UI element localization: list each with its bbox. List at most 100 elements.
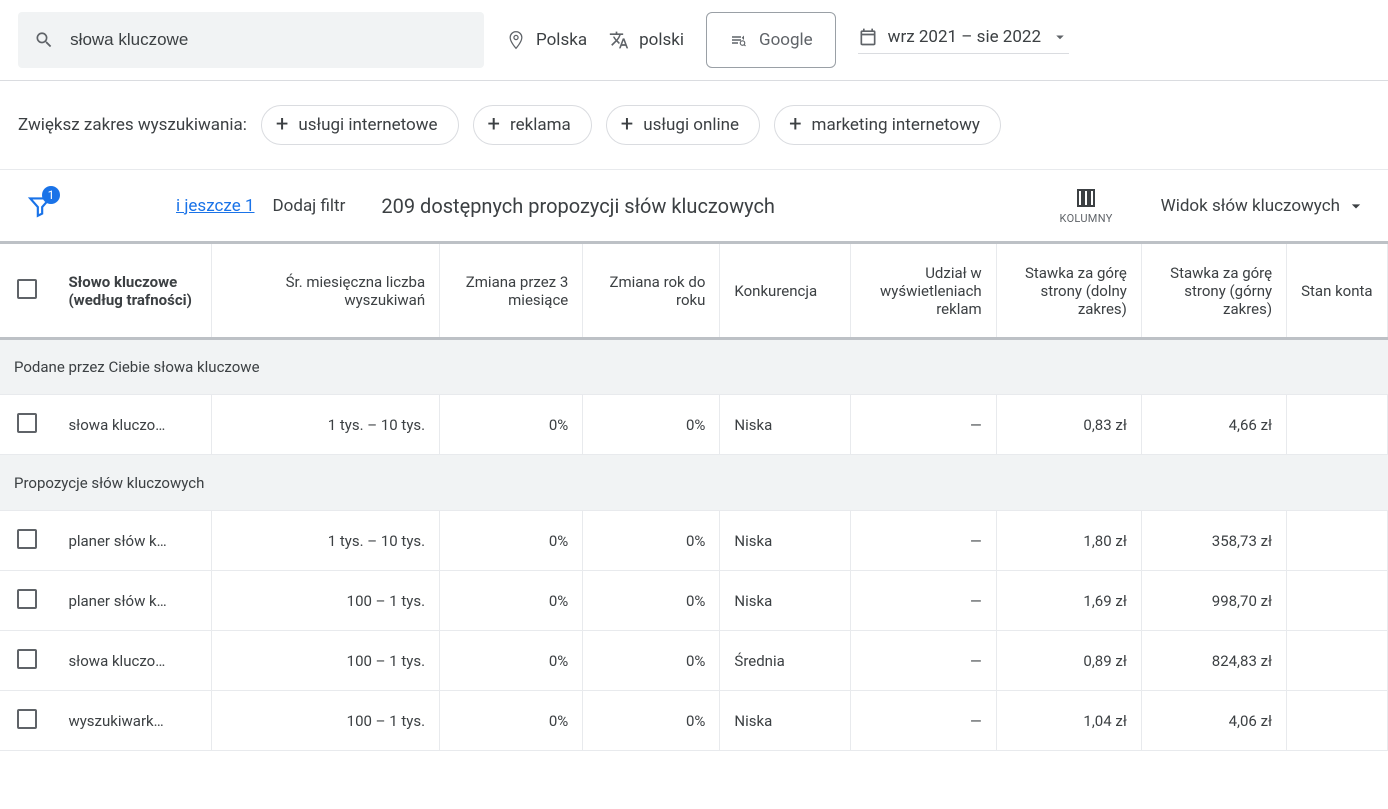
network-icon — [729, 31, 747, 49]
broaden-chip[interactable]: + usługi online — [606, 105, 760, 145]
cell-change-yoy: 0% — [583, 631, 720, 691]
checkbox-icon — [17, 709, 37, 729]
select-all-cell[interactable] — [0, 243, 54, 339]
dropdown-icon — [1051, 28, 1069, 46]
col-bid-high[interactable]: Stawka za górę strony (górny zakres) — [1141, 243, 1286, 339]
cell-avg-search: 100 – 1 tys. — [212, 631, 440, 691]
available-keywords-label: 209 dostępnych propozycji słów kluczowyc… — [381, 194, 775, 218]
checkbox-icon — [17, 279, 37, 299]
location-icon — [506, 30, 526, 50]
col-bid-low[interactable]: Stawka za górę strony (dolny zakres) — [996, 243, 1141, 339]
col-avg-search[interactable]: Śr. miesięczna liczba wyszukiwań — [212, 243, 440, 339]
more-filters-link[interactable]: i jeszcze 1 — [176, 196, 255, 216]
cell-bid-low: 0,89 zł — [996, 631, 1141, 691]
cell-impression-share: — — [851, 691, 996, 751]
col-keyword[interactable]: Słowo kluczowe (według trafności) — [54, 243, 211, 339]
cell-avg-search: 1 tys. – 10 tys. — [212, 395, 440, 455]
chip-label: usługi online — [643, 115, 739, 135]
table-row[interactable]: wyszukiwark…100 – 1 tys.0%0%Niska—1,04 z… — [0, 691, 1388, 751]
location-label: Polska — [536, 30, 587, 50]
row-checkbox-cell[interactable] — [0, 395, 54, 455]
checkbox-icon — [17, 413, 37, 433]
table-row[interactable]: planer słów k…1 tys. – 10 tys.0%0%Niska—… — [0, 511, 1388, 571]
table-row[interactable]: słowa kluczo…1 tys. – 10 tys.0%0%Niska—0… — [0, 395, 1388, 455]
filter-count-badge: 1 — [42, 186, 60, 204]
cell-account-status — [1287, 395, 1388, 455]
cell-impression-share: — — [851, 631, 996, 691]
cell-bid-high: 998,70 zł — [1141, 571, 1286, 631]
cell-avg-search: 100 – 1 tys. — [212, 691, 440, 751]
plus-icon: + — [789, 114, 801, 136]
col-account-status[interactable]: Stan konta — [1287, 243, 1388, 339]
table-row[interactable]: słowa kluczo…100 – 1 tys.0%0%Średnia—0,8… — [0, 631, 1388, 691]
date-range-picker[interactable]: wrz 2021 – sie 2022 — [858, 27, 1069, 54]
cell-change-3m: 0% — [440, 511, 583, 571]
search-input[interactable] — [70, 30, 468, 50]
broaden-search-row: Zwiększ zakres wyszukiwania: +usługi int… — [0, 81, 1388, 169]
cell-competition: Niska — [720, 691, 851, 751]
row-checkbox-cell[interactable] — [0, 691, 54, 751]
cell-keyword: słowa kluczo… — [54, 395, 211, 455]
cell-keyword: planer słów k… — [54, 571, 211, 631]
cell-competition: Niska — [720, 395, 851, 455]
cell-avg-search: 100 – 1 tys. — [212, 571, 440, 631]
network-selector[interactable]: Google — [706, 12, 836, 68]
cell-change-yoy: 0% — [583, 571, 720, 631]
col-competition[interactable]: Konkurencja — [720, 243, 851, 339]
cell-account-status — [1287, 511, 1388, 571]
table-row[interactable]: planer słów k…100 – 1 tys.0%0%Niska—1,69… — [0, 571, 1388, 631]
section-label: Propozycje słów kluczowych — [0, 455, 1388, 511]
cell-bid-low: 1,69 zł — [996, 571, 1141, 631]
row-checkbox-cell[interactable] — [0, 511, 54, 571]
cell-avg-search: 1 tys. – 10 tys. — [212, 511, 440, 571]
table-header-row: Słowo kluczowe (według trafności) Śr. mi… — [0, 243, 1388, 339]
cell-keyword: planer słów k… — [54, 511, 211, 571]
view-dropdown[interactable]: Widok słów kluczowych — [1161, 196, 1366, 216]
cell-bid-low: 1,80 zł — [996, 511, 1141, 571]
plus-icon: + — [621, 114, 633, 136]
checkbox-icon — [17, 649, 37, 669]
cell-bid-high: 4,66 zł — [1141, 395, 1286, 455]
columns-button[interactable]: KOLUMNY — [1060, 186, 1113, 225]
view-label: Widok słów kluczowych — [1161, 196, 1340, 216]
chip-label: usługi internetowe — [298, 115, 437, 135]
search-icon — [34, 29, 54, 51]
add-filter-button[interactable]: Dodaj filtr — [273, 196, 346, 216]
table-section-row: Propozycje słów kluczowych — [0, 455, 1388, 511]
cell-bid-low: 0,83 zł — [996, 395, 1141, 455]
plus-icon: + — [488, 114, 500, 136]
columns-label: KOLUMNY — [1060, 212, 1113, 225]
filter-button[interactable]: 1 — [22, 188, 58, 224]
language-label: polski — [639, 30, 684, 50]
cell-keyword: słowa kluczo… — [54, 631, 211, 691]
chip-label: marketing internetowy — [812, 115, 980, 135]
row-checkbox-cell[interactable] — [0, 571, 54, 631]
col-change-yoy[interactable]: Zmiana rok do roku — [583, 243, 720, 339]
cell-keyword: wyszukiwark… — [54, 691, 211, 751]
broaden-chip[interactable]: + usługi internetowe — [261, 105, 459, 145]
cell-change-3m: 0% — [440, 395, 583, 455]
broaden-chip[interactable]: + marketing internetowy — [774, 105, 1001, 145]
location-selector[interactable]: Polska — [506, 30, 587, 50]
col-impression-share[interactable]: Udział w wyświetleniach reklam — [851, 243, 996, 339]
checkbox-icon — [17, 529, 37, 549]
cell-bid-high: 358,73 zł — [1141, 511, 1286, 571]
row-checkbox-cell[interactable] — [0, 631, 54, 691]
cell-change-3m: 0% — [440, 691, 583, 751]
col-change-3m[interactable]: Zmiana przez 3 miesiące — [440, 243, 583, 339]
search-input-container[interactable] — [18, 12, 484, 68]
language-selector[interactable]: polski — [609, 30, 684, 50]
broaden-chip[interactable]: +reklama — [473, 105, 592, 145]
cell-change-yoy: 0% — [583, 511, 720, 571]
cell-impression-share: — — [851, 571, 996, 631]
calendar-icon — [858, 27, 878, 47]
plus-icon: + — [276, 114, 288, 136]
cell-bid-low: 1,04 zł — [996, 691, 1141, 751]
cell-account-status — [1287, 631, 1388, 691]
network-label: Google — [759, 30, 813, 50]
cell-change-yoy: 0% — [583, 691, 720, 751]
date-range-label: wrz 2021 – sie 2022 — [888, 27, 1041, 47]
cell-competition: Niska — [720, 511, 851, 571]
cell-impression-share: — — [851, 395, 996, 455]
checkbox-icon — [17, 589, 37, 609]
